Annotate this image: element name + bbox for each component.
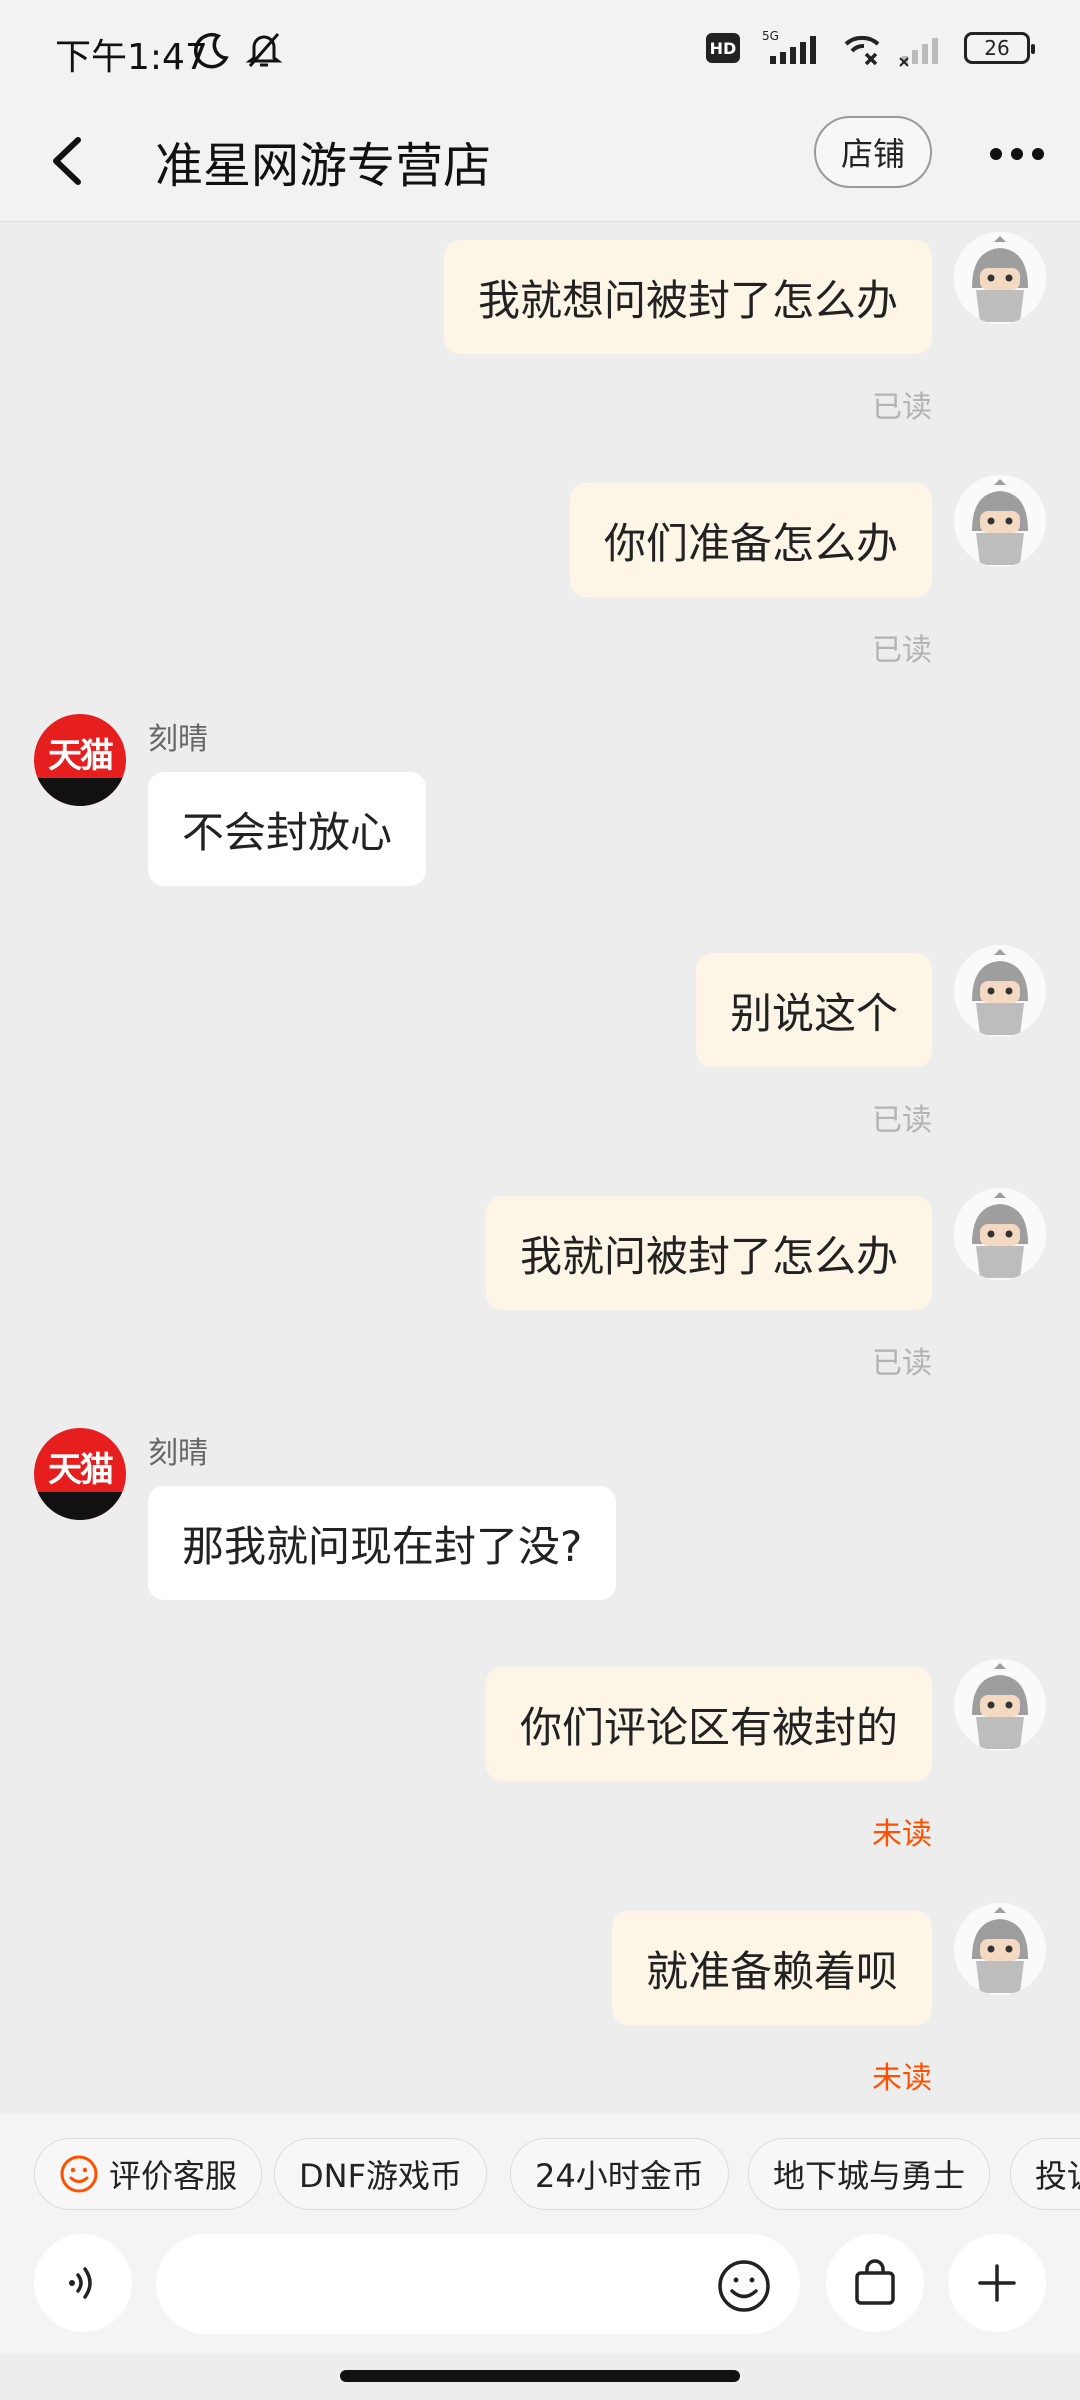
user-avatar[interactable] [954, 232, 1046, 324]
back-button[interactable] [40, 126, 100, 196]
tmall-cat-icon [34, 778, 126, 806]
user-avatar[interactable] [954, 1659, 1046, 1751]
more-dot-icon [1032, 148, 1044, 160]
shop-button[interactable]: 店铺 [814, 116, 932, 188]
message-bubble[interactable]: 那我就问现在封了没? [148, 1486, 617, 1600]
plus-icon [978, 2264, 1016, 2302]
more-button[interactable] [982, 118, 1052, 188]
tmall-logo-text: 天猫 [48, 1450, 114, 1490]
read-status: 已读 [872, 390, 932, 425]
chevron-left-icon [53, 137, 81, 185]
user-avatar[interactable] [954, 1188, 1046, 1280]
message-bubble[interactable]: 我就想问被封了怎么办 [443, 240, 932, 354]
read-status: 已读 [872, 1103, 932, 1138]
hd-icon: HD [706, 33, 740, 63]
message-row: 我就想问被封了怎么办 已读 [0, 232, 1080, 425]
chat-header: 准星网游专营店 店铺 [0, 100, 1080, 222]
avatar-ninja-icon [954, 945, 1046, 1037]
unread-status: 未读 [872, 2061, 932, 2096]
avatar-ninja-icon [954, 1903, 1046, 1995]
signal-weak-icon [899, 38, 938, 67]
avatar-ninja-icon [954, 232, 1046, 324]
chip-label: 投诉 [1035, 2157, 1080, 2195]
shop-avatar[interactable]: 天猫 [34, 1428, 126, 1520]
message-input[interactable] [156, 2234, 800, 2334]
tmall-logo-text: 天猫 [48, 736, 114, 776]
avatar-ninja-icon [954, 1659, 1046, 1751]
wifi-off-icon [844, 35, 880, 66]
chip-label: 评价客服 [109, 2157, 238, 2195]
page-title: 准星网游专营店 [155, 138, 492, 194]
message-row: 天猫 刻晴 那我就问现在封了没? [0, 1428, 1080, 1608]
quick-reply-complaint[interactable]: 投诉 [1010, 2138, 1080, 2210]
status-time: 下午1:47 [55, 37, 208, 78]
sender-name: 刻晴 [148, 722, 208, 757]
input-bar [0, 2234, 1080, 2354]
tmall-cat-icon [34, 1492, 126, 1520]
message-bubble[interactable]: 你们准备怎么办 [569, 483, 932, 597]
svg-text:HD: HD [710, 39, 737, 58]
quick-reply-rate-service[interactable]: 评价客服 [34, 2138, 263, 2210]
shop-avatar[interactable]: 天猫 [34, 714, 126, 806]
avatar-ninja-icon [954, 1188, 1046, 1280]
chip-label: DNF游戏币 [299, 2157, 462, 2195]
battery-level: 26 [984, 36, 1010, 60]
message-row: 你们评论区有被封的 未读 [0, 1659, 1080, 1852]
message-bubble[interactable]: 就准备赖着呗 [611, 1911, 932, 2025]
smile-icon [60, 2155, 98, 2193]
more-dot-icon [1011, 148, 1023, 160]
message-bubble[interactable]: 别说这个 [695, 953, 932, 1067]
message-row: 天猫 刻晴 不会封放心 [0, 714, 1080, 894]
shopping-bag-icon [855, 2259, 895, 2305]
quick-reply-bar: 评价客服 DNF游戏币 24小时金币 地下城与勇士 投诉 [0, 2114, 1080, 2234]
message-row: 我就问被封了怎么办 已读 [0, 1188, 1080, 1381]
avatar-ninja-icon [954, 475, 1046, 567]
message-bubble[interactable]: 我就问被封了怎么办 [485, 1196, 932, 1310]
battery-icon: 26 [964, 32, 1035, 64]
user-avatar[interactable] [954, 945, 1046, 1037]
read-status: 已读 [872, 1346, 932, 1381]
signal-5g-icon: 5G [762, 29, 816, 64]
status-bar: 下午1:47 HD 5G 26 [0, 0, 1080, 100]
more-dot-icon [990, 148, 1002, 160]
sender-name: 刻晴 [148, 1436, 208, 1471]
product-button[interactable] [826, 2234, 924, 2332]
message-bubble[interactable]: 不会封放心 [148, 772, 427, 886]
chip-label: 24小时金币 [535, 2157, 704, 2195]
quick-reply-dungeon-fighter[interactable]: 地下城与勇士 [748, 2138, 991, 2210]
emoji-icon[interactable] [716, 2258, 772, 2314]
unread-status: 未读 [872, 1817, 932, 1852]
moon-icon [194, 32, 229, 69]
home-indicator[interactable] [340, 2370, 740, 2382]
voice-icon [69, 2267, 92, 2299]
bell-off-icon [245, 33, 283, 67]
message-row: 就准备赖着呗 未读 [0, 1903, 1080, 2096]
user-avatar[interactable] [954, 475, 1046, 567]
quick-reply-dnf-coins[interactable]: DNF游戏币 [274, 2138, 487, 2210]
user-avatar[interactable] [954, 1903, 1046, 1995]
message-bubble[interactable]: 你们评论区有被封的 [485, 1667, 932, 1781]
network-label: 5G [762, 29, 779, 43]
chip-label: 地下城与勇士 [773, 2157, 966, 2195]
status-icons: HD 5G 26 [706, 26, 1035, 70]
message-row: 你们准备怎么办 已读 [0, 475, 1080, 668]
quick-reply-24h-gold[interactable]: 24小时金币 [510, 2138, 729, 2210]
message-row: 别说这个 已读 [0, 945, 1080, 1138]
voice-button[interactable] [34, 2234, 132, 2332]
add-button[interactable] [948, 2234, 1046, 2332]
read-status: 已读 [872, 633, 932, 668]
